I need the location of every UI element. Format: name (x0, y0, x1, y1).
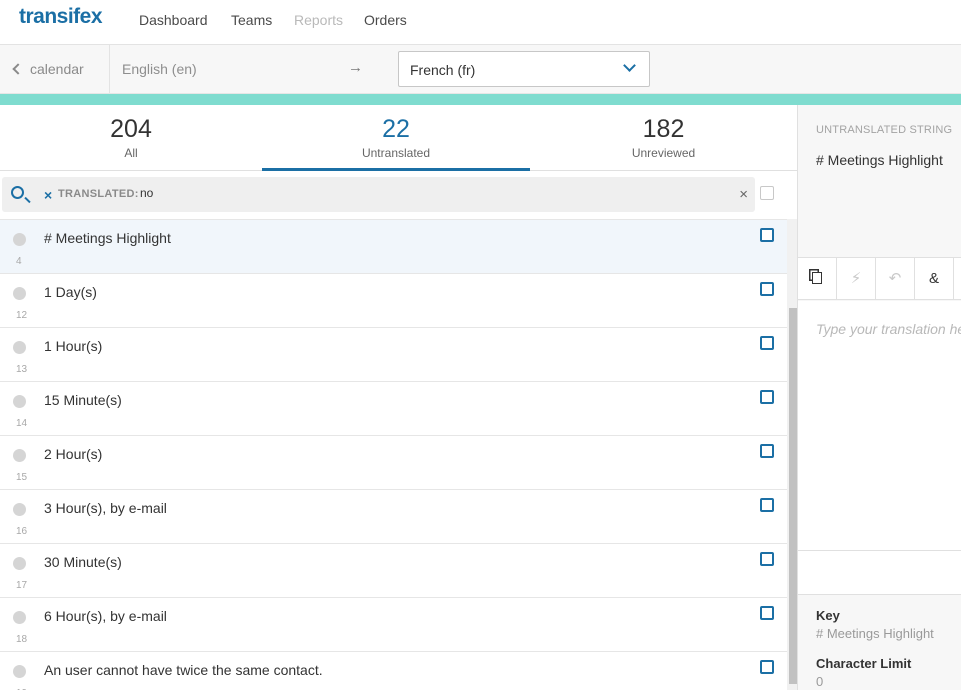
key-heading: Key (816, 608, 840, 623)
string-checkbox[interactable] (760, 336, 774, 350)
status-dot (13, 557, 26, 570)
string-checkbox[interactable] (760, 660, 774, 674)
tab-unreviewed-label: Unreviewed (631, 146, 696, 160)
string-id: 12 (16, 310, 28, 321)
undo-button: ↶ (876, 258, 915, 300)
tab-untranslated[interactable]: 22 Untranslated (262, 105, 530, 171)
list-scrollbar-thumb[interactable] (789, 308, 797, 684)
nav-dashboard[interactable]: Dashboard (139, 12, 208, 28)
string-checkbox[interactable] (760, 552, 774, 566)
editor-footer (798, 551, 961, 595)
string-id: 18 (16, 634, 28, 645)
link-icon: & (928, 270, 939, 287)
string-id: 4 (16, 256, 22, 267)
character-limit-heading: Character Limit (816, 656, 912, 671)
translation-placeholder: Type your translation here (816, 321, 961, 337)
source-string-label: UNTRANSLATED STRING (816, 124, 953, 136)
top-navigation: transifex Dashboard Teams Reports Orders (0, 0, 961, 45)
string-row[interactable]: 6 Hour(s), by e-mail 18 (0, 598, 787, 652)
source-string-text: # Meetings Highlight (816, 152, 943, 168)
filter-value: no (140, 186, 154, 200)
arrow-right-icon: → (348, 59, 363, 76)
string-checkbox[interactable] (760, 228, 774, 242)
status-dot (13, 341, 26, 354)
tab-untranslated-count: 22 (382, 115, 410, 143)
string-checkbox[interactable] (760, 606, 774, 620)
undo-icon: ↶ (888, 270, 902, 287)
string-checkbox[interactable] (760, 282, 774, 296)
status-dot (13, 665, 26, 678)
remove-filter-button[interactable]: × (44, 187, 52, 203)
string-text: # Meetings Highlight (44, 230, 171, 246)
chevron-left-icon (12, 63, 24, 75)
search-icon (11, 186, 24, 199)
tab-all-label: All (124, 146, 138, 160)
chevron-down-icon (623, 59, 636, 72)
tab-all[interactable]: 204 All (0, 105, 262, 171)
string-id: 15 (16, 472, 28, 483)
lightning-icon: ⚡︎ (850, 270, 862, 287)
target-language-value: French (fr) (410, 62, 476, 78)
target-language-select[interactable]: French (fr) (398, 51, 650, 87)
string-row[interactable]: 2 Hour(s) 15 (0, 436, 787, 490)
nav-reports: Reports (294, 12, 344, 28)
back-label: calendar (30, 61, 84, 77)
string-text: An user cannot have twice the same conta… (44, 662, 323, 678)
string-text: 6 Hour(s), by e-mail (44, 608, 167, 624)
string-text: 15 Minute(s) (44, 392, 122, 408)
clear-filters-button[interactable]: × (739, 186, 748, 203)
status-dot (13, 287, 26, 300)
string-row[interactable]: 1 Day(s) 12 (0, 274, 787, 328)
string-row[interactable]: An user cannot have twice the same conta… (0, 652, 787, 690)
status-dot (13, 611, 26, 624)
key-value: # Meetings Highlight (816, 626, 934, 641)
editor-toolbar: ⚡︎ ↶ & (798, 257, 961, 300)
string-id: 14 (16, 418, 28, 429)
tab-unreviewed[interactable]: 182 Unreviewed (530, 105, 797, 171)
string-id: 16 (16, 526, 28, 537)
string-stats-tabs: 204 All 22 Untranslated 182 Unreviewed (0, 105, 797, 171)
status-dot (13, 449, 26, 462)
editor-subbar: calendar English (en) → French (fr) (0, 45, 961, 94)
string-checkbox[interactable] (760, 444, 774, 458)
string-row[interactable]: 3 Hour(s), by e-mail 16 (0, 490, 787, 544)
string-id: 17 (16, 580, 28, 591)
autofill-button: ⚡︎ (837, 258, 876, 300)
string-checkbox[interactable] (760, 390, 774, 404)
nav-teams[interactable]: Teams (231, 12, 272, 28)
filter-key: TRANSLATED: (58, 188, 139, 200)
divider (109, 45, 110, 93)
translation-editor[interactable]: Type your translation here (798, 301, 961, 551)
status-dot (13, 233, 26, 246)
nav-orders[interactable]: Orders (364, 12, 407, 28)
string-id: 13 (16, 364, 28, 375)
progress-strip (0, 94, 961, 105)
string-list: # Meetings Highlight 4 1 Day(s) 12 1 Hou… (0, 219, 787, 690)
transifex-logo[interactable]: transifex (19, 5, 103, 29)
copy-icon (812, 272, 822, 284)
string-row[interactable]: # Meetings Highlight 4 (0, 220, 787, 274)
string-text: 1 Day(s) (44, 284, 97, 300)
character-limit-value: 0 (816, 674, 824, 689)
string-checkbox[interactable] (760, 498, 774, 512)
string-text: 3 Hour(s), by e-mail (44, 500, 167, 516)
select-all-checkbox[interactable] (760, 186, 774, 200)
string-row[interactable]: 30 Minute(s) 17 (0, 544, 787, 598)
filter-search-bar[interactable]: × TRANSLATED: no × (2, 177, 755, 212)
tab-all-count: 204 (110, 115, 152, 143)
status-dot (13, 503, 26, 516)
string-row[interactable]: 1 Hour(s) 13 (0, 328, 787, 382)
tab-untranslated-label: Untranslated (361, 146, 431, 160)
translation-panel: UNTRANSLATED STRING # Meetings Highlight… (798, 105, 961, 690)
link-button[interactable]: & (915, 258, 954, 300)
tab-unreviewed-count: 182 (642, 115, 685, 143)
back-to-resource-link[interactable]: calendar (12, 61, 84, 77)
status-dot (13, 395, 26, 408)
string-row[interactable]: 15 Minute(s) 14 (0, 382, 787, 436)
source-language: English (en) (122, 61, 197, 77)
copy-source-button[interactable] (798, 258, 837, 300)
string-text: 30 Minute(s) (44, 554, 122, 570)
string-text: 2 Hour(s) (44, 446, 103, 462)
string-text: 1 Hour(s) (44, 338, 103, 354)
